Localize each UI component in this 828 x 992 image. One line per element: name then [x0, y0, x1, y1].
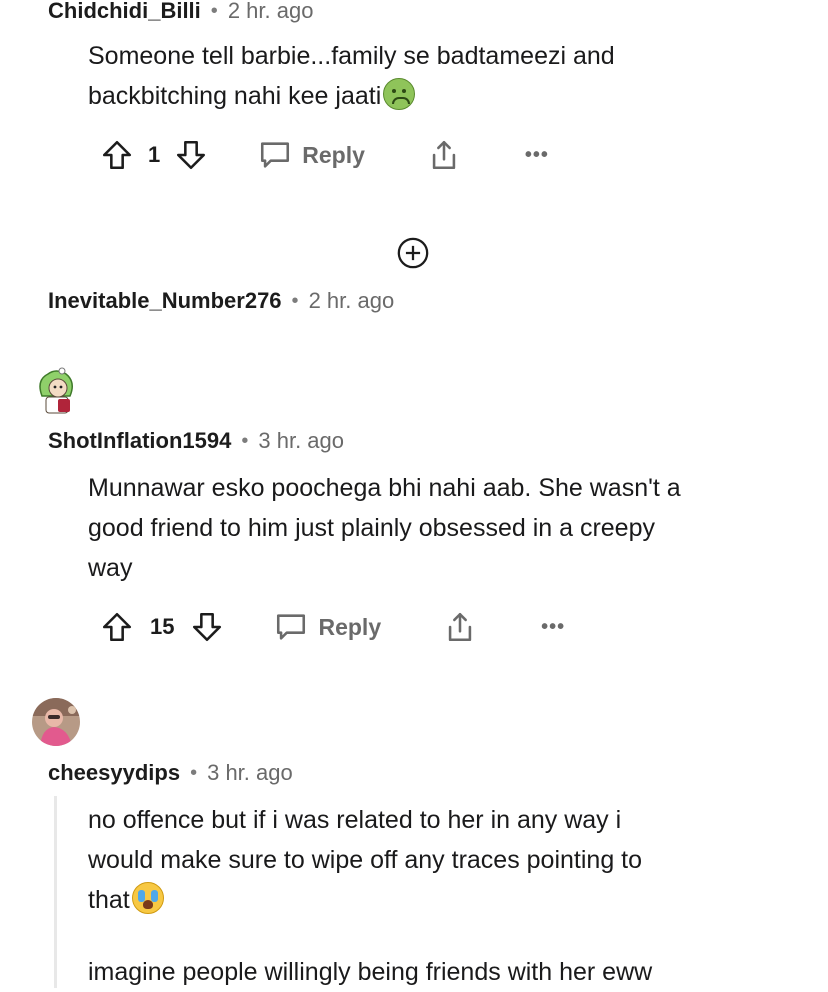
upvote-arrow-icon[interactable] — [100, 610, 134, 644]
comment-meta: Inevitable_Number276 • 2 hr. ago — [48, 288, 394, 314]
upvote-arrow-icon[interactable] — [100, 138, 134, 172]
comment-body: Munnawar esko poochega bhi nahi aab. She… — [88, 468, 808, 588]
comment-meta: cheesyydips • 3 hr. ago — [48, 760, 293, 786]
meta-separator: • — [241, 429, 249, 452]
comment-actions: 1 Reply ••• — [100, 135, 549, 175]
nauseated-face-emoji-icon — [383, 78, 416, 110]
plus-circle-icon — [396, 236, 430, 270]
comment-line: would make sure to wipe off any traces p… — [88, 846, 643, 874]
comment-actions: 15 Reply ••• — [100, 607, 565, 647]
expand-thread-button[interactable] — [396, 236, 430, 270]
comment-body: Someone tell barbie...family se badtamee… — [88, 36, 788, 116]
reply-button[interactable]: Reply — [258, 139, 365, 171]
comment-line: Someone tell barbie...family se badtamee… — [88, 42, 615, 70]
thread-line[interactable] — [54, 796, 57, 988]
vote-count: 15 — [150, 614, 175, 639]
reply-label: Reply — [318, 613, 382, 640]
speech-bubble-icon — [274, 611, 308, 643]
share-icon[interactable] — [443, 610, 477, 644]
comment-line: imagine people willingly being friends w… — [88, 958, 653, 986]
downvote-arrow-icon[interactable] — [190, 610, 224, 644]
speech-bubble-icon — [258, 139, 292, 171]
comment-meta: Chidchidi_Billi • 2 hr. ago — [48, 0, 313, 24]
vote-count: 1 — [148, 142, 161, 167]
comment-line: good friend to him just plainly obsessed… — [88, 514, 655, 542]
comment-meta: ShotInflation1594 • 3 hr. ago — [48, 428, 344, 454]
meta-separator: • — [291, 289, 299, 312]
comment-line: way — [88, 554, 133, 582]
more-options-icon[interactable]: ••• — [541, 616, 565, 639]
username[interactable]: ShotInflation1594 — [48, 428, 231, 454]
comment-body: no offence but if i was related to her i… — [88, 800, 808, 992]
downvote-arrow-icon[interactable] — [174, 138, 208, 172]
comment-line-text: backbitching nahi kee jaati — [88, 82, 382, 110]
comment-line: backbitching nahi kee jaati — [88, 76, 788, 116]
timestamp: 3 hr. ago — [258, 428, 345, 453]
comment-line: no offence but if i was related to her i… — [88, 806, 622, 834]
share-icon[interactable] — [427, 138, 461, 172]
comment-line: Munnawar esko poochega bhi nahi aab. She… — [88, 474, 681, 502]
reply-label: Reply — [302, 141, 365, 168]
timestamp: 2 hr. ago — [227, 0, 314, 23]
username[interactable]: cheesyydips — [48, 760, 180, 786]
meta-separator: • — [190, 761, 198, 784]
avatar[interactable] — [32, 366, 78, 418]
reply-button[interactable]: Reply — [274, 611, 381, 643]
meta-separator: • — [210, 0, 218, 22]
username[interactable]: Chidchidi_Billi — [48, 0, 201, 24]
more-options-icon[interactable]: ••• — [525, 144, 549, 167]
timestamp: 2 hr. ago — [308, 288, 395, 313]
comment-line: that — [88, 880, 808, 920]
comment-line-text: that — [88, 886, 130, 914]
timestamp: 3 hr. ago — [207, 760, 293, 785]
loudly-crying-face-emoji-icon — [131, 882, 164, 914]
username[interactable]: Inevitable_Number276 — [48, 288, 282, 314]
avatar[interactable] — [32, 698, 80, 746]
